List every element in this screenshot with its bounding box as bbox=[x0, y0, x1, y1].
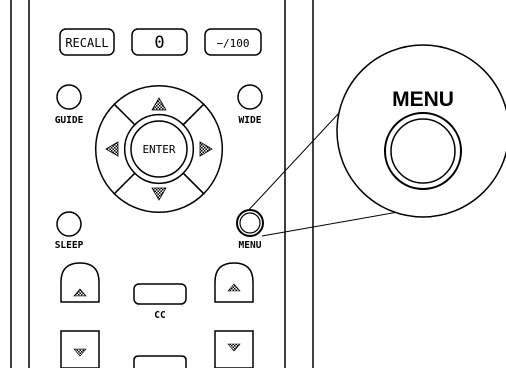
cc-label: CC bbox=[154, 310, 166, 321]
callout-menu-label: MENU bbox=[392, 88, 454, 111]
zero-button[interactable]: 0 bbox=[131, 28, 188, 56]
menu-callout: MENU bbox=[336, 44, 506, 218]
remote-diagram: RECALL 0 −/100 GUIDE WIDE ENTER SLEEP ME… bbox=[10, 0, 506, 368]
callout-menu-button-outer bbox=[384, 112, 462, 190]
cc-button[interactable] bbox=[133, 283, 187, 305]
right-down-button[interactable] bbox=[214, 330, 254, 368]
enter-button[interactable]: ENTER bbox=[130, 120, 188, 178]
wide-button[interactable] bbox=[237, 84, 263, 110]
recall-label: RECALL bbox=[65, 36, 108, 50]
bottom-center-button[interactable] bbox=[133, 355, 187, 368]
recall-button[interactable]: RECALL bbox=[59, 28, 115, 56]
sleep-label: SLEEP bbox=[55, 240, 84, 251]
left-up-button[interactable] bbox=[60, 262, 100, 303]
dash100-button[interactable]: −/100 bbox=[204, 28, 262, 56]
menu-button[interactable] bbox=[236, 209, 264, 237]
left-down-button[interactable] bbox=[60, 330, 100, 368]
guide-button[interactable] bbox=[56, 84, 82, 110]
sleep-button[interactable] bbox=[56, 211, 82, 237]
wide-label: WIDE bbox=[239, 115, 262, 126]
enter-label: ENTER bbox=[142, 143, 175, 156]
dpad: ENTER bbox=[94, 84, 224, 214]
dash100-label: −/100 bbox=[216, 37, 249, 50]
guide-label: GUIDE bbox=[55, 115, 84, 126]
right-up-button[interactable] bbox=[214, 262, 254, 303]
zero-label: 0 bbox=[154, 33, 164, 53]
menu-label: MENU bbox=[239, 240, 262, 251]
